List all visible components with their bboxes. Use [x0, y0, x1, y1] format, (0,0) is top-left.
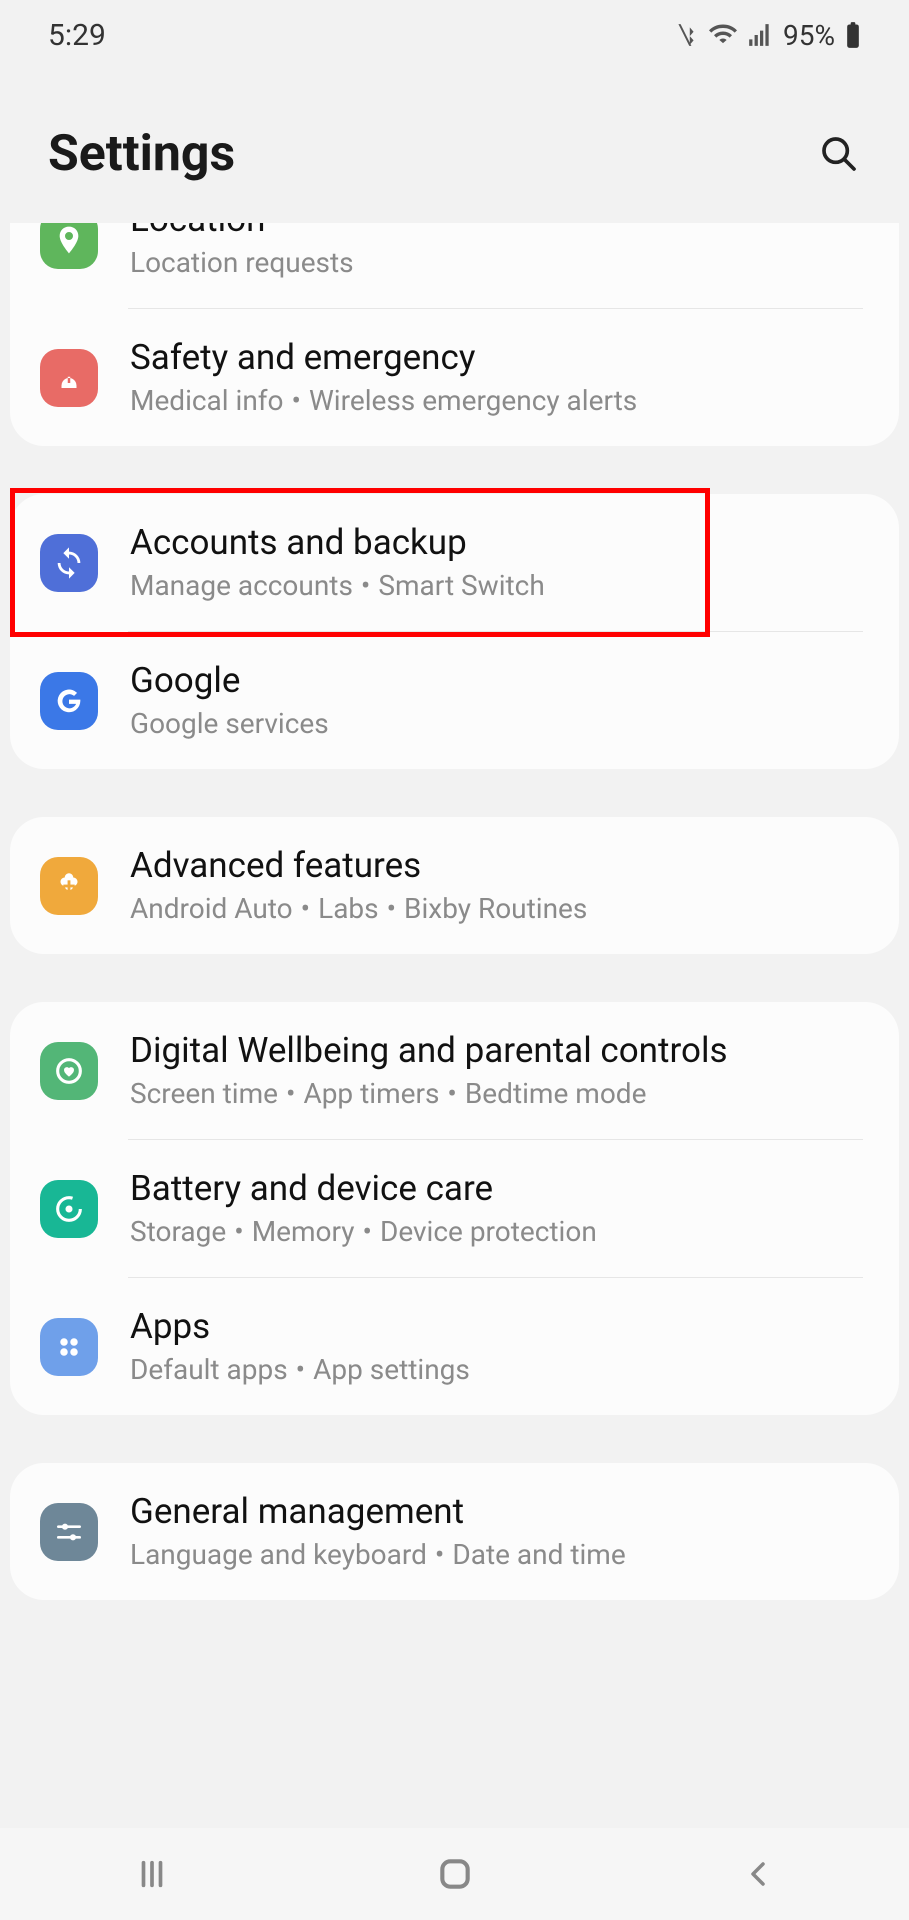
status-bar: 5:29 95%: [0, 0, 909, 70]
back-icon: [743, 1859, 773, 1889]
setting-row-google[interactable]: Google Google services: [10, 632, 899, 769]
search-button[interactable]: [817, 132, 861, 176]
setting-title: Google: [130, 660, 867, 702]
four-dots-icon: [40, 1318, 98, 1376]
setting-subtitle: Default apps•App settings: [130, 1352, 867, 1387]
setting-subtitle: Google services: [130, 706, 867, 741]
location-pin-icon: [40, 223, 98, 269]
settings-group: General management Language and keyboard•…: [10, 1463, 899, 1600]
vibrate-icon: [673, 22, 699, 48]
heart-circle-icon: [40, 1042, 98, 1100]
refresh-circle-icon: [40, 1180, 98, 1238]
setting-title: Advanced features: [130, 845, 867, 887]
recents-icon: [135, 1857, 169, 1891]
home-icon: [436, 1855, 474, 1893]
wifi-icon: [709, 21, 737, 49]
setting-row-general[interactable]: General management Language and keyboard•…: [10, 1463, 899, 1600]
setting-subtitle: Location requests: [130, 245, 867, 280]
battery-percent: 95%: [783, 19, 835, 52]
settings-group: Advanced features Android Auto•Labs•Bixby…: [10, 817, 899, 954]
setting-subtitle: Screen time•App timers•Bedtime mode: [130, 1076, 867, 1111]
siren-icon: [40, 349, 98, 407]
setting-subtitle: Storage•Memory•Device protection: [130, 1214, 867, 1249]
setting-row-accounts[interactable]: Accounts and backup Manage accounts•Smart…: [10, 494, 899, 631]
setting-row-apps[interactable]: Apps Default apps•App settings: [10, 1278, 899, 1415]
battery-icon: [845, 21, 861, 49]
settings-list[interactable]: Location Location requests Safety and emer…: [0, 223, 909, 1823]
settings-group: Accounts and backup Manage accounts•Smart…: [10, 494, 899, 769]
setting-row-battery[interactable]: Battery and device care Storage•Memory•De…: [10, 1140, 899, 1277]
google-g-icon: [40, 672, 98, 730]
setting-title: Location: [130, 223, 867, 241]
setting-title: Apps: [130, 1306, 867, 1348]
navigation-bar: [0, 1828, 909, 1920]
setting-row-wellbeing[interactable]: Digital Wellbeing and parental controls S…: [10, 1002, 899, 1139]
sync-icon: [40, 534, 98, 592]
setting-title: Digital Wellbeing and parental controls: [130, 1030, 867, 1072]
setting-subtitle: Manage accounts•Smart Switch: [130, 568, 867, 603]
search-icon: [819, 134, 859, 174]
back-button[interactable]: [728, 1844, 788, 1904]
settings-group: Digital Wellbeing and parental controls S…: [10, 1002, 899, 1415]
status-indicators: 95%: [673, 19, 861, 52]
recents-button[interactable]: [122, 1844, 182, 1904]
setting-title: General management: [130, 1491, 867, 1533]
page-title: Settings: [48, 125, 235, 183]
setting-subtitle: Language and keyboard•Date and time: [130, 1537, 867, 1572]
setting-row-safety[interactable]: Safety and emergency Medical info•Wireles…: [10, 309, 899, 446]
setting-title: Battery and device care: [130, 1168, 867, 1210]
settings-group: Location Location requests Safety and emer…: [10, 223, 899, 446]
setting-subtitle: Medical info•Wireless emergency alerts: [130, 383, 867, 418]
setting-subtitle: Android Auto•Labs•Bixby Routines: [130, 891, 867, 926]
setting-title: Safety and emergency: [130, 337, 867, 379]
plus-flower-icon: [40, 857, 98, 915]
setting-row-location[interactable]: Location Location requests: [10, 223, 899, 308]
settings-header: Settings: [0, 70, 909, 223]
sliders-icon: [40, 1503, 98, 1561]
setting-title: Accounts and backup: [130, 522, 867, 564]
signal-icon: [747, 22, 773, 48]
home-button[interactable]: [425, 1844, 485, 1904]
setting-row-advanced[interactable]: Advanced features Android Auto•Labs•Bixby…: [10, 817, 899, 954]
status-time: 5:29: [48, 18, 106, 53]
